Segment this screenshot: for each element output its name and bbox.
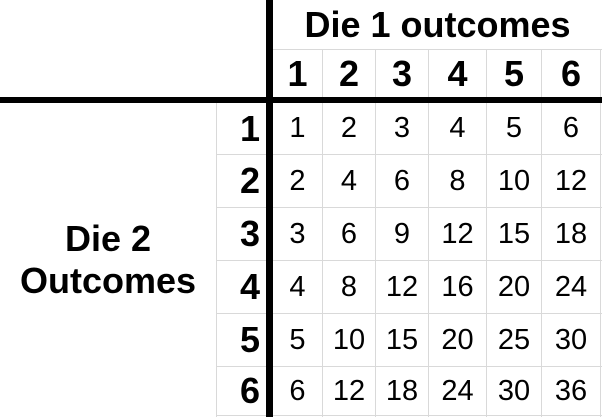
table-cell: 12 — [441, 217, 474, 250]
table-cell: 6 — [289, 374, 306, 407]
table-cell: 6 — [562, 112, 580, 144]
table-cell: 10 — [497, 164, 531, 197]
table-cell: 9 — [393, 217, 411, 250]
row-title-line2: Outcomes — [19, 260, 197, 301]
table-cell: 12 — [332, 374, 366, 407]
table-cell: 16 — [441, 270, 474, 303]
table-cell: 4 — [449, 112, 466, 144]
table-cell: 4 — [340, 164, 358, 197]
col-header: 2 — [338, 52, 360, 94]
table-cell: 24 — [441, 374, 474, 407]
col-header: 5 — [503, 52, 525, 94]
table-cell: 2 — [289, 164, 306, 197]
table-cell: 20 — [441, 323, 474, 356]
table-cell: 5 — [505, 112, 523, 144]
col-header: 1 — [287, 52, 308, 94]
table-cell: 20 — [497, 270, 531, 303]
col-header: 4 — [447, 52, 468, 94]
table-cell: 18 — [385, 374, 419, 407]
grid-line — [600, 0, 601, 417]
table-cell: 30 — [497, 374, 531, 407]
table-cell: 12 — [554, 164, 588, 197]
table-cell: 6 — [393, 164, 411, 197]
row-header: 3 — [239, 213, 260, 254]
table-cell: 25 — [497, 323, 531, 356]
table-cell: 3 — [289, 217, 306, 250]
row-title-line1: Die 2 — [64, 218, 152, 259]
row-header: 5 — [239, 319, 260, 360]
table-cell: 30 — [554, 323, 588, 356]
col-header: 6 — [560, 52, 582, 94]
row-title: Die 2 Outcomes — [0, 103, 216, 417]
table-cell: 15 — [497, 217, 531, 250]
row-header: 2 — [239, 160, 260, 201]
table-cell: 8 — [449, 164, 466, 197]
table-cell: 4 — [289, 270, 306, 303]
table-cell: 12 — [385, 270, 419, 303]
table-cell: 10 — [332, 323, 366, 356]
table-cell: 8 — [340, 270, 358, 303]
table-cell: 6 — [340, 217, 358, 250]
multiplication-table: Die 1 outcomes Die 2 Outcomes 1 2 3 4 5 … — [0, 0, 602, 417]
table-cell: 3 — [393, 112, 411, 144]
table-cell: 24 — [554, 270, 588, 303]
table-cell: 36 — [554, 374, 588, 407]
header-column-border — [266, 0, 273, 417]
table-cell: 2 — [340, 112, 358, 144]
col-header: 3 — [391, 52, 413, 94]
table-cell: 5 — [289, 323, 306, 356]
table-cell: 18 — [554, 217, 588, 250]
row-header: 4 — [239, 266, 260, 307]
table-cell: 1 — [289, 112, 306, 144]
row-header: 1 — [239, 107, 260, 149]
row-header: 6 — [239, 370, 260, 411]
table-cell: 15 — [385, 323, 419, 356]
column-title: Die 1 outcomes — [304, 3, 571, 45]
